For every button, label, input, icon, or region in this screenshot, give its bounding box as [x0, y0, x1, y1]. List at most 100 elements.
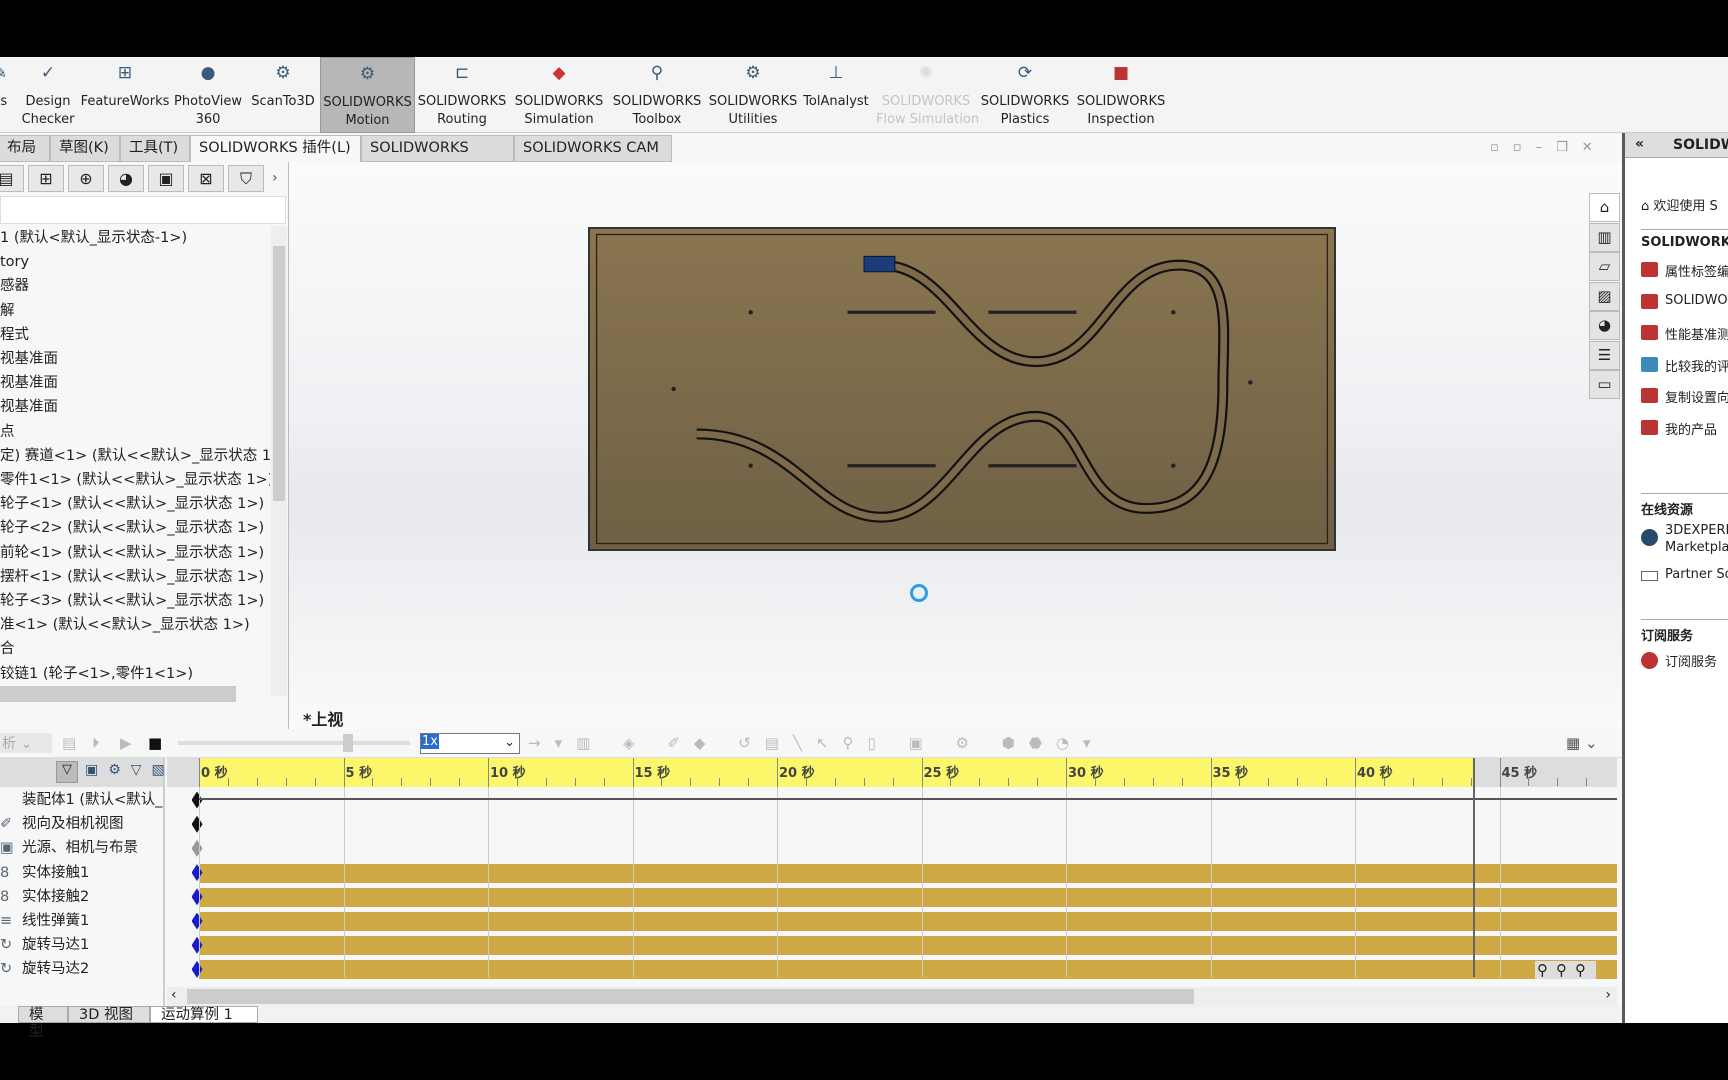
- playback-speed-select[interactable]: 1x ⌄: [420, 733, 520, 754]
- ribbon-button-inspection[interactable]: ■ SOLIDWORKS Inspection: [1074, 57, 1168, 133]
- tree-item[interactable]: 点: [0, 420, 270, 444]
- motion-filter-icons[interactable]: ▣⚙▽▧: [85, 762, 175, 778]
- zoom-controls[interactable]: ⚲⚲⚲: [1535, 961, 1596, 979]
- ribbon-button-photoview[interactable]: ● PhotoView 360: [172, 57, 244, 133]
- feature-tree-icon[interactable]: ▤: [0, 165, 24, 192]
- tree-item[interactable]: 感器: [0, 274, 270, 298]
- motion-tree-row[interactable]: ✐ 视向及相机视图: [0, 812, 163, 836]
- ribbon-button-design-checker[interactable]: ✓ Design Checker: [20, 57, 76, 133]
- tree-item[interactable]: 视基准面: [0, 371, 270, 395]
- study-type-select[interactable]: 析 ⌄: [0, 733, 52, 753]
- calculate-icon[interactable]: ▤: [62, 734, 76, 752]
- tree-item[interactable]: 轮子<1> (默认<<默认>_显示状态 1>): [0, 492, 270, 516]
- ribbon-button-motion[interactable]: ⚙ SOLIDWORKS Motion: [320, 57, 415, 133]
- stop-icon[interactable]: ■: [148, 734, 162, 752]
- tab-1[interactable]: 草图(K): [50, 135, 120, 162]
- tree-hscrollbar[interactable]: [0, 686, 236, 702]
- timeline-hscrollbar[interactable]: ‹ ›: [167, 987, 1617, 1006]
- minor-tick: [227, 778, 229, 786]
- tab-5[interactable]: SOLIDWORKS CAM: [514, 135, 672, 162]
- cam-icon[interactable]: ⊠: [188, 165, 224, 192]
- graphics-area[interactable]: *上视: [289, 162, 1622, 729]
- motion-tree-row[interactable]: 装配体1 (默认<默认_显: [0, 788, 163, 812]
- motion-study-icon[interactable]: ⛉: [228, 165, 264, 192]
- play-icon[interactable]: ▶: [120, 734, 132, 752]
- tree-item[interactable]: 定) 赛道<1> (默认<<默认>_显示状态 1>: [0, 444, 270, 468]
- minor-tick: [1470, 778, 1472, 786]
- tree-item[interactable]: 准<1> (默认<<默认>_显示状态 1>): [0, 613, 270, 637]
- appearances-icon[interactable]: ◕: [1589, 311, 1620, 340]
- tab-4[interactable]: SOLIDWORKS MBD: [361, 135, 514, 181]
- forum-icon[interactable]: ▭: [1589, 370, 1620, 399]
- motion-tree-row[interactable]: ↻ 旋转马达2: [0, 957, 163, 981]
- major-tick: [777, 758, 778, 787]
- timeline-bar[interactable]: [199, 863, 1617, 883]
- property-manager-icon[interactable]: ⊞: [28, 165, 64, 192]
- timeline[interactable]: 0 秒 5 秒 10 秒 15 秒 20 秒 25 秒 30 秒 35 秒 40 秒 45 秒: [167, 758, 1617, 1006]
- ribbon-button-routing[interactable]: ⊏ SOLIDWORKS Routing: [415, 57, 509, 133]
- key-point-icon[interactable]: [191, 839, 203, 857]
- time-bar[interactable]: [1473, 758, 1476, 977]
- tree-item[interactable]: 程式: [0, 323, 270, 347]
- resources-icon[interactable]: ▥: [1589, 222, 1620, 252]
- filter-field[interactable]: [0, 196, 286, 224]
- home-icon[interactable]: ⌂: [1589, 193, 1620, 222]
- timeline-bar[interactable]: [199, 887, 1617, 907]
- filter-icon[interactable]: ▽: [56, 761, 78, 783]
- tab-3[interactable]: SOLIDWORKS 插件(L): [190, 135, 361, 162]
- welcome-link[interactable]: ⌂ 欢迎使用 S: [1641, 195, 1718, 214]
- configuration-icon[interactable]: ⊕: [68, 165, 104, 192]
- bottom-tab-0[interactable]: 模型: [18, 1006, 68, 1040]
- file-explorer-icon[interactable]: ▱: [1589, 252, 1620, 281]
- ribbon-button-featureworks[interactable]: ⊞ FeatureWorks: [80, 57, 170, 133]
- tree-item[interactable]: 零件1<1> (默认<<默认>_显示状态 1>): [0, 468, 270, 492]
- timeline-bar[interactable]: [199, 912, 1617, 931]
- key-point-icon[interactable]: [191, 791, 203, 809]
- dimxpert-icon[interactable]: ◕: [108, 165, 144, 192]
- tree-item[interactable]: 轮子<2> (默认<<默认>_显示状态 1>): [0, 516, 270, 540]
- timeline-bar[interactable]: [199, 936, 1617, 956]
- tree-item[interactable]: 摆杆<1> (默认<<默认>_显示状态 1>): [0, 565, 270, 589]
- view-palette-icon[interactable]: ▨: [1589, 281, 1620, 311]
- tree-item[interactable]: 1 (默认<默认_显示状态-1>): [0, 226, 270, 250]
- motion-tree-row[interactable]: 8 实体接触1: [0, 861, 163, 885]
- ribbon-button-tolanalyst[interactable]: ⊥ TolAnalyst: [800, 57, 872, 133]
- ribbon-button-utilities[interactable]: ⚙ SOLIDWORKS Utilities: [706, 57, 800, 133]
- window-controls[interactable]: ▫▫–❐✕: [1490, 140, 1607, 155]
- ribbon-button-toolbox[interactable]: ⚲ SOLIDWORKS Toolbox: [610, 57, 704, 133]
- playback-slider[interactable]: [178, 734, 410, 752]
- bottom-tab-1[interactable]: 3D 视图: [68, 1006, 150, 1023]
- play-from-start-icon[interactable]: ⏵: [92, 734, 100, 752]
- more-tabs-chevron-icon[interactable]: ›: [272, 170, 278, 186]
- tree-vscrollbar[interactable]: [271, 226, 287, 696]
- motion-tree-row[interactable]: ≡ 线性弹簧1: [0, 909, 163, 933]
- collapse-icon[interactable]: «: [1635, 136, 1644, 152]
- ribbon-button-simulation[interactable]: ◆ SOLIDWORKS Simulation: [512, 57, 606, 133]
- results-plots-icon[interactable]: ▦ ⌄: [1566, 734, 1598, 752]
- motion-tree-row[interactable]: 8 实体接触2: [0, 885, 163, 909]
- ribbon-button-addin[interactable]: ✎ ks: [0, 57, 20, 133]
- ribbon-button-flow-simulation[interactable]: ✺ SOLIDWORKS Flow Simulation: [876, 57, 979, 133]
- motion-tools[interactable]: →▾▥ ◈ ✐◆ ↺▤╲↖⚲▯ ▣ ⚙ ⬢⬣◔▾: [528, 734, 1105, 752]
- tree-item[interactable]: tory: [0, 250, 270, 274]
- key-point-icon[interactable]: [191, 815, 203, 833]
- tab-0[interactable]: 布局: [0, 135, 50, 162]
- ribbon-button-scanto3d[interactable]: ⚙ ScanTo3D: [248, 57, 318, 133]
- ribbon-button-plastics[interactable]: ⟳ SOLIDWORKS Plastics: [978, 57, 1072, 133]
- display-manager-icon[interactable]: ▣: [148, 165, 184, 192]
- custom-properties-icon[interactable]: ☰: [1589, 340, 1620, 370]
- tab-2[interactable]: 工具(T): [120, 135, 190, 162]
- tree-item[interactable]: 合: [0, 637, 270, 661]
- track-board-model[interactable]: [588, 227, 1336, 551]
- timeline-bar[interactable]: [199, 960, 1617, 980]
- motion-tree-row[interactable]: ▣ 光源、相机与布景: [0, 836, 163, 860]
- tick-label: 30 秒: [1068, 766, 1104, 781]
- tree-item[interactable]: 轮子<3> (默认<<默认>_显示状态 1>): [0, 589, 270, 613]
- tree-item[interactable]: 解: [0, 299, 270, 323]
- bottom-tab-2[interactable]: 运动算例 1: [150, 1006, 258, 1023]
- tree-item[interactable]: 前轮<1> (默认<<默认>_显示状态 1>): [0, 541, 270, 565]
- tree-item[interactable]: 视基准面: [0, 395, 270, 419]
- tree-item[interactable]: 铰链1 (轮子<1>,零件1<1>): [0, 662, 270, 686]
- motion-tree-row[interactable]: ↻ 旋转马达1: [0, 933, 163, 957]
- tree-item[interactable]: 视基准面: [0, 347, 270, 371]
